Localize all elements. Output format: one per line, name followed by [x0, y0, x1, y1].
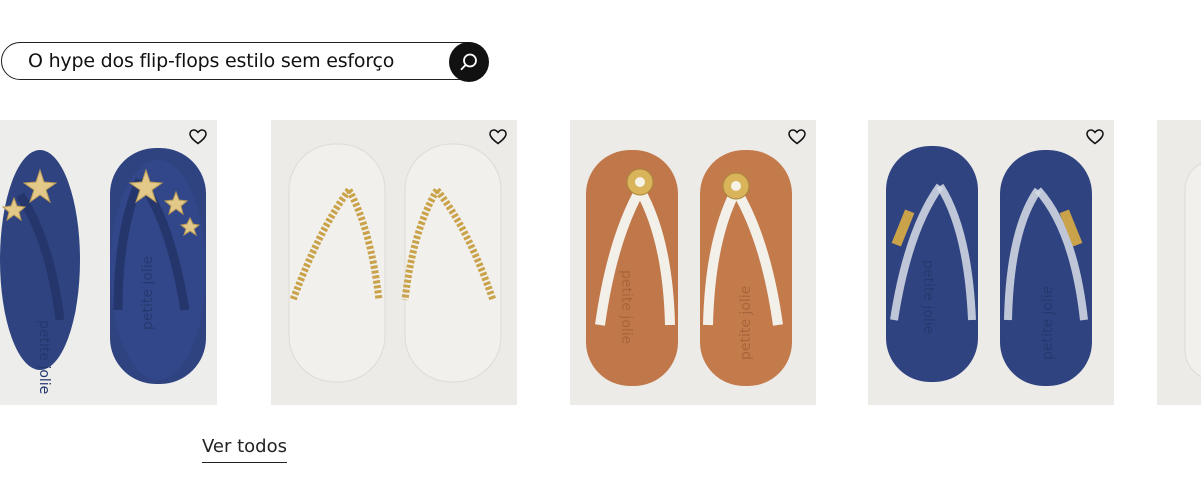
- svg-text:petite jolie: petite jolie: [618, 270, 634, 344]
- product-image: [1157, 120, 1201, 405]
- heart-icon[interactable]: [1085, 127, 1105, 147]
- heart-icon[interactable]: [488, 127, 508, 147]
- product-image: [271, 120, 517, 405]
- product-card[interactable]: [1157, 120, 1201, 405]
- search-icon: [460, 53, 477, 71]
- product-image: petite jolie petite jolie: [570, 120, 816, 405]
- heart-icon[interactable]: [188, 127, 208, 147]
- product-card[interactable]: petite jolie petite jolie: [570, 120, 816, 405]
- svg-text:petite jolie: petite jolie: [920, 260, 936, 334]
- see-all-link[interactable]: Ver todos: [202, 436, 287, 463]
- product-card[interactable]: petite jolie petite jolie: [868, 120, 1114, 405]
- svg-text:petite jolie: petite jolie: [738, 286, 754, 360]
- product-image: petite jolie petite jolie: [868, 120, 1114, 405]
- heart-icon[interactable]: [787, 127, 807, 147]
- collection-title: O hype dos flip-flops estilo sem esforço: [28, 50, 395, 72]
- product-card[interactable]: petite jolie petite jolie: [0, 120, 217, 405]
- product-card[interactable]: [271, 120, 517, 405]
- svg-text:petite jolie: petite jolie: [36, 320, 52, 394]
- svg-text:petite jolie: petite jolie: [1040, 286, 1056, 360]
- product-image: petite jolie petite jolie: [0, 120, 217, 405]
- svg-text:petite jolie: petite jolie: [140, 256, 156, 330]
- collection-title-pill: O hype dos flip-flops estilo sem esforço: [1, 42, 487, 80]
- search-button[interactable]: [449, 42, 489, 82]
